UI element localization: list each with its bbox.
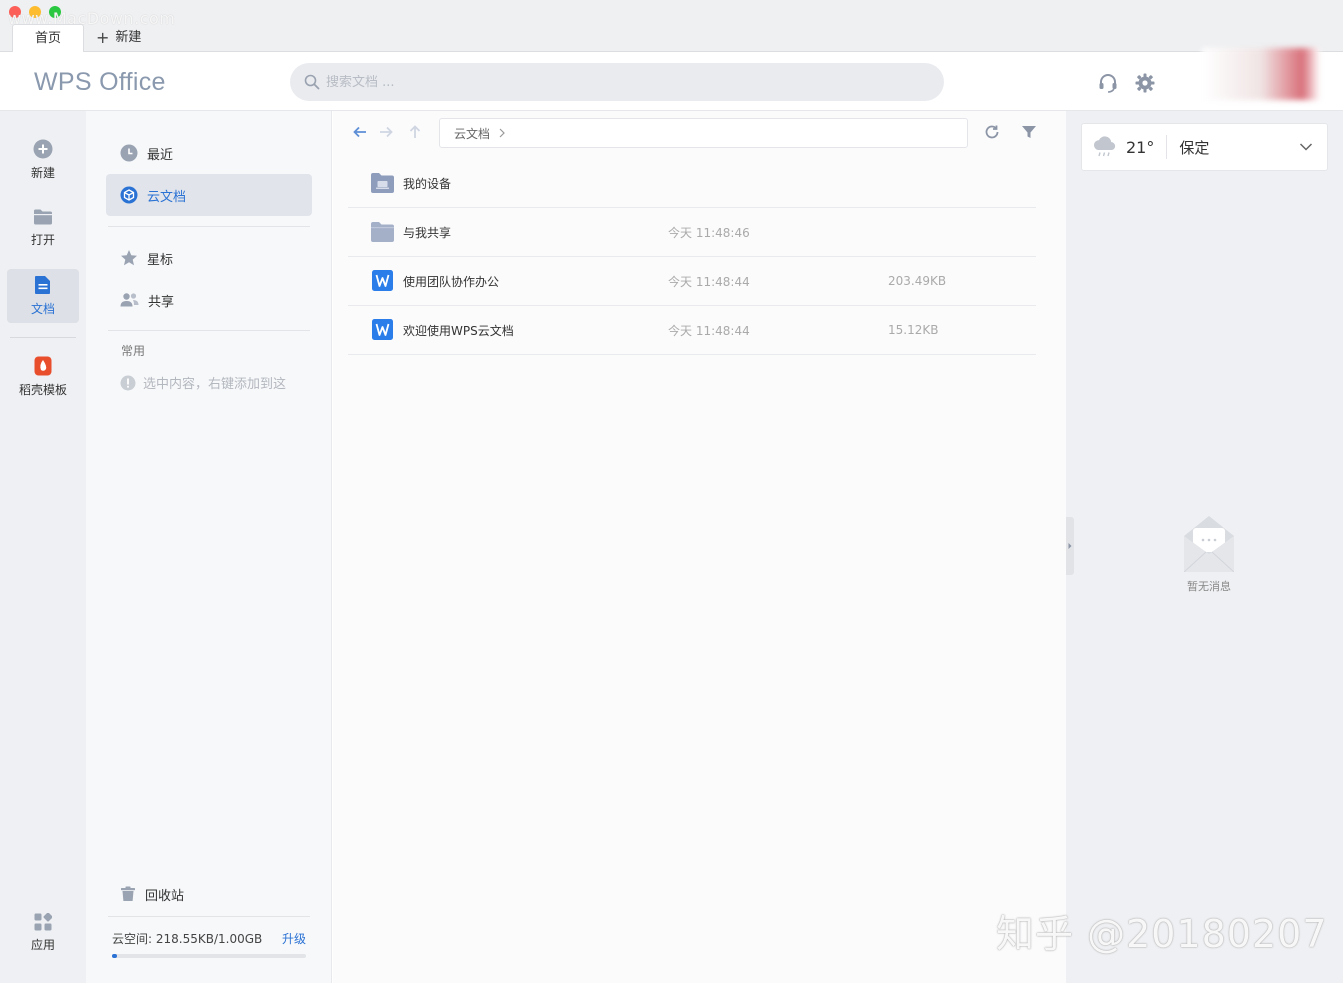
- wps-writer-doc-icon: [372, 319, 393, 340]
- nav-item-label: 回收站: [145, 888, 185, 904]
- headset-icon[interactable]: [1097, 72, 1119, 94]
- chevron-right-icon: [499, 128, 505, 138]
- right-panel: 21° 保定 暂无消息: [1066, 111, 1343, 983]
- rail-divider: [10, 337, 76, 338]
- chevron-down-icon[interactable]: [1299, 142, 1313, 152]
- file-name: 使用团队协作办公: [403, 274, 500, 289]
- nav-item-label: 最近: [147, 147, 174, 163]
- star-icon: [121, 250, 137, 266]
- file-row[interactable]: 与我共享 今天 11:48:46: [348, 208, 1036, 257]
- info-icon: [120, 375, 136, 390]
- rail-item-documents[interactable]: 文档: [7, 269, 79, 323]
- upgrade-link[interactable]: 升级: [282, 930, 306, 947]
- nav-divider: [108, 916, 310, 917]
- nav-item-cloud-docs[interactable]: 云文档: [106, 174, 312, 216]
- document-icon: [35, 276, 50, 294]
- back-arrow-icon[interactable]: [351, 123, 369, 141]
- template-icon: [34, 356, 52, 376]
- weather-city: 保定: [1179, 138, 1210, 157]
- empty-messages-text: 暂无消息: [1187, 580, 1231, 593]
- storage-label: 云空间: 218.55KB/1.00GB: [112, 932, 263, 946]
- file-name: 与我共享: [403, 225, 452, 240]
- rail-item-open[interactable]: 打开: [7, 201, 79, 255]
- app-logo: WPS Office: [34, 68, 166, 96]
- cloud-docs-cube-icon: [120, 186, 138, 204]
- weather-temperature: 21°: [1126, 137, 1155, 157]
- file-row[interactable]: 使用团队协作办公 今天 11:48:44 203.49KB: [348, 257, 1036, 306]
- search-bar[interactable]: [290, 63, 944, 101]
- wps-writer-doc-icon: [372, 270, 393, 291]
- clock-icon: [120, 144, 138, 162]
- storage-info: 云空间: 218.55KB/1.00GB 升级: [112, 930, 306, 947]
- settings-gear-icon[interactable]: [1134, 72, 1156, 94]
- forward-arrow-icon[interactable]: [377, 123, 395, 141]
- nav-item-label: 星标: [147, 252, 174, 268]
- file-size: 203.49KB: [888, 274, 947, 288]
- file-row[interactable]: 我的设备: [348, 159, 1036, 208]
- nav-panel: 最近 云文档 星标 共享 常用 选中内容，右键添加到这 回收站 云空间: 218…: [86, 111, 332, 983]
- rail-item-label: 应用: [30, 938, 55, 952]
- rail-item-apps[interactable]: 应用: [7, 906, 79, 960]
- folder-icon: [34, 209, 52, 225]
- search-input[interactable]: [326, 74, 886, 90]
- rail-item-new[interactable]: 新建: [7, 133, 79, 187]
- nav-item-recent[interactable]: 最近: [106, 132, 312, 174]
- file-name: 欢迎使用WPS云文档: [403, 323, 514, 338]
- cloud-rain-icon: [1093, 136, 1116, 157]
- main-panel: 云文档 我的设备 与我共享 今天 11:48:46 使用团队协作办公 今天 11…: [333, 111, 1066, 983]
- rail-item-templates[interactable]: 稻壳模板: [7, 350, 79, 404]
- tab-home[interactable]: 首页: [12, 24, 84, 52]
- left-rail: 新建 打开 文档 稻壳模板 应用: [0, 111, 86, 983]
- nav-section-common: 常用: [121, 344, 146, 358]
- nav-divider: [108, 226, 310, 227]
- file-time: 今天 11:48:46: [668, 225, 750, 240]
- title-bar: www.MacDown.com 首页 + 新建: [0, 0, 1343, 52]
- panel-collapse-handle[interactable]: [1066, 517, 1074, 575]
- storage-progress-fill: [112, 954, 117, 958]
- plus-circle-icon: [33, 139, 53, 159]
- trash-icon: [121, 886, 135, 901]
- nav-item-label: 云文档: [147, 189, 187, 205]
- nav-divider: [108, 330, 310, 331]
- envelope-icon: [1184, 516, 1234, 572]
- file-name: 我的设备: [403, 176, 452, 191]
- file-row[interactable]: 欢迎使用WPS云文档 今天 11:48:44 15.12KB: [348, 306, 1036, 355]
- apps-grid-icon: [34, 913, 52, 931]
- folder-icon: [371, 222, 394, 242]
- filter-icon[interactable]: [1020, 123, 1038, 141]
- weather-separator: [1166, 135, 1168, 159]
- rail-item-label: 打开: [30, 233, 55, 247]
- empty-messages: 暂无消息: [1184, 516, 1234, 594]
- common-hint: 选中内容，右键添加到这: [120, 373, 286, 392]
- file-size: 15.12KB: [888, 323, 939, 337]
- caret-right-icon: [1068, 543, 1072, 549]
- nav-item-label: 共享: [148, 294, 175, 310]
- plus-icon: +: [96, 28, 110, 47]
- file-time: 今天 11:48:44: [668, 274, 750, 289]
- user-avatar[interactable]: [1202, 48, 1320, 100]
- common-hint-text: 选中内容，右键添加到这: [143, 377, 287, 392]
- nav-item-shared[interactable]: 共享: [106, 279, 312, 321]
- up-arrow-icon[interactable]: [406, 123, 424, 141]
- breadcrumb[interactable]: 云文档: [439, 118, 968, 148]
- breadcrumb-item[interactable]: 云文档: [454, 125, 490, 142]
- users-icon: [120, 293, 139, 307]
- nav-item-starred[interactable]: 星标: [106, 237, 312, 279]
- tab-new[interactable]: + 新建: [96, 28, 141, 48]
- file-time: 今天 11:48:44: [668, 323, 750, 338]
- device-folder-icon: [371, 173, 394, 193]
- nav-item-recycle-bin[interactable]: 回收站: [106, 873, 312, 915]
- tab-new-label: 新建: [115, 30, 142, 45]
- rail-item-label: 文档: [30, 302, 55, 316]
- rail-item-label: 新建: [30, 166, 55, 180]
- refresh-icon[interactable]: [983, 123, 1001, 141]
- zhihu-watermark: 知乎 @20180207: [996, 912, 1328, 956]
- storage-progress-bar: [112, 954, 306, 958]
- rail-item-label: 稻壳模板: [18, 383, 67, 397]
- search-icon: [304, 74, 320, 90]
- weather-widget[interactable]: 21° 保定: [1081, 123, 1328, 171]
- app-header: WPS Office: [0, 48, 1343, 111]
